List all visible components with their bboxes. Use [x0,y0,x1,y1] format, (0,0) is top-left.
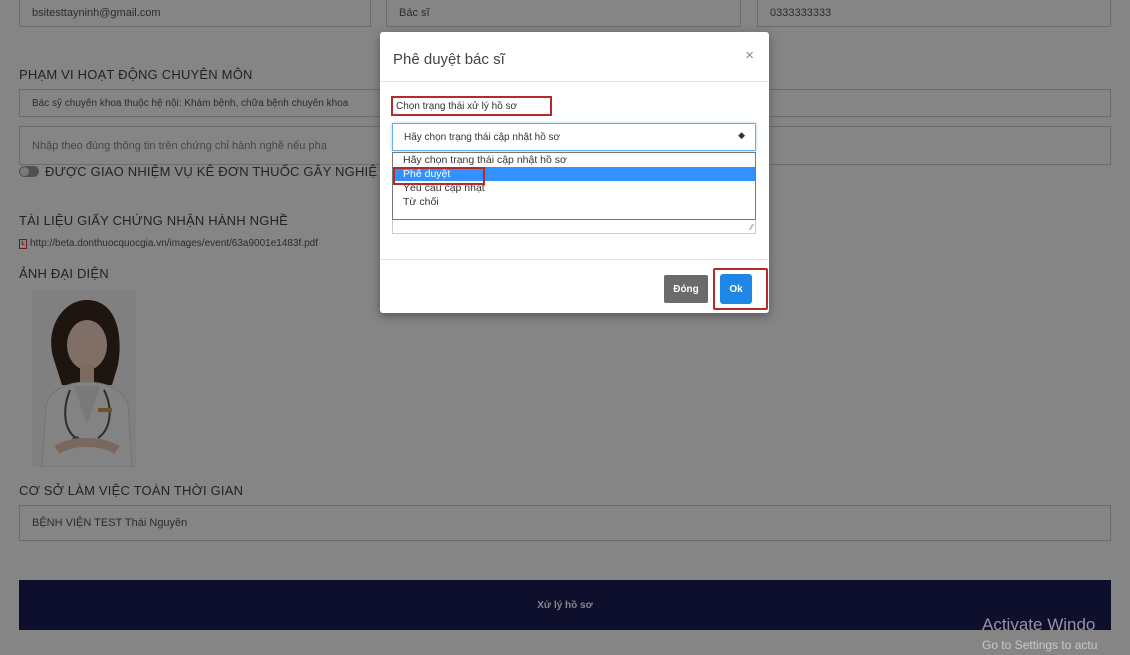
status-option[interactable]: Hãy chọn trạng thái cập nhật hồ sơ [393,153,755,167]
status-label: Chọn trạng thái xử lý hồ sơ [391,96,552,116]
status-label-text: Chọn trạng thái xử lý hồ sơ [396,100,518,112]
windows-activation-watermark: Activate Windo Go to Settings to actu [982,615,1097,655]
status-dropdown-list: Hãy chọn trạng thái cập nhật hồ sơ Phê d… [392,152,756,220]
ok-button[interactable]: Ok [720,274,752,304]
approve-highlight-box [393,167,485,185]
close-icon[interactable]: × [745,47,754,64]
resize-grip-icon: ⁄⁄ [750,223,753,232]
watermark-line-1: Activate Windo [982,615,1096,634]
modal-footer-divider [380,259,769,260]
approve-doctor-modal: Phê duyệt bác sĩ × Chọn trạng thái xử lý… [380,32,769,313]
modal-header-divider [380,81,769,82]
status-select[interactable]: Hãy chọn trạng thái cập nhật hồ sơ ◆ [392,123,756,151]
modal-title: Phê duyệt bác sĩ [393,51,505,68]
select-updown-icon: ◆ [738,130,745,140]
status-select-value: Hãy chọn trạng thái cập nhật hồ sơ [404,131,561,143]
close-button[interactable]: Đóng [664,275,708,303]
watermark-line-2: Go to Settings to actu [982,638,1098,652]
status-option[interactable]: Từ chối [393,195,755,209]
